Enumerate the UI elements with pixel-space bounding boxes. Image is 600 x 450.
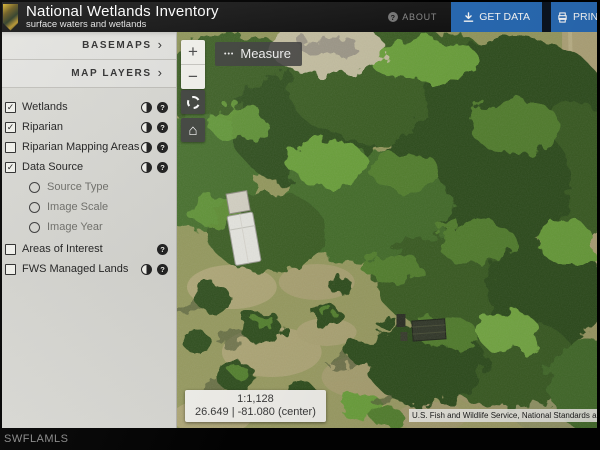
riparian-checkbox[interactable]: ✓ [5, 122, 16, 133]
crosshair-locate-icon [187, 96, 200, 109]
fws-managed-lands-checkbox[interactable] [5, 264, 16, 275]
radio-label[interactable]: Image Year [47, 221, 103, 233]
download-icon [463, 12, 474, 23]
radio-label[interactable]: Source Type [47, 181, 109, 193]
measure-label: Measure [240, 46, 291, 61]
layer-help-icon[interactable]: ? [157, 162, 168, 173]
riparian-mapping-areas-checkbox[interactable] [5, 142, 16, 153]
layer-help-icon[interactable]: ? [157, 244, 168, 255]
zoom-in-button[interactable]: + [181, 40, 205, 65]
layer-row-riparian-mapping-areas: Riparian Mapping Areas ? [2, 137, 176, 157]
nwi-mapper-window: National Wetlands Inventory surface wate… [2, 2, 597, 428]
opacity-contrast-icon[interactable] [141, 264, 152, 275]
opacity-contrast-icon[interactable] [141, 142, 152, 153]
basemaps-label: BASEMAPS [82, 40, 151, 51]
layer-help-icon[interactable]: ? [157, 264, 168, 275]
photo-bottom-band: SWFLAMLS [0, 428, 600, 450]
zoom-control: + − [181, 40, 205, 89]
about-button[interactable]: ? ABOUT [388, 2, 437, 32]
layer-label[interactable]: Wetlands [22, 101, 68, 113]
header-separator [542, 2, 551, 32]
radio-row-source-type: Source Type [2, 177, 176, 197]
about-label: ABOUT [402, 12, 437, 22]
image-year-radio[interactable] [29, 222, 40, 233]
opacity-contrast-icon[interactable] [141, 122, 152, 133]
source-type-radio[interactable] [29, 182, 40, 193]
layer-help-icon[interactable]: ? [157, 102, 168, 113]
map-layers-label: MAP LAYERS [71, 68, 151, 79]
locate-button[interactable] [181, 90, 205, 114]
layer-row-riparian: ✓ Riparian ? [2, 117, 176, 137]
map-viewport[interactable]: + − ••• Measure ⌂ 1:1,128 26.649 | -81.0… [177, 32, 597, 428]
layer-help-icon[interactable]: ? [157, 122, 168, 133]
layer-row-data-source: ✓ Data Source ? [2, 157, 176, 177]
layer-help-icon[interactable]: ? [157, 142, 168, 153]
map-center-coordinates: 26.649 | -81.080 (center) [195, 406, 316, 418]
measure-button[interactable]: ••• Measure [215, 42, 302, 66]
chevron-right-icon: › [158, 66, 162, 79]
app-title: National Wetlands Inventory [26, 4, 219, 20]
layer-label[interactable]: Riparian [22, 121, 63, 133]
get-data-button[interactable]: GET DATA [451, 2, 542, 32]
app-subtitle: surface waters and wetlands [26, 20, 219, 30]
basemaps-accordion[interactable]: BASEMAPS › [2, 32, 176, 60]
layer-label[interactable]: FWS Managed Lands [22, 263, 128, 275]
radio-row-image-year: Image Year [2, 217, 176, 237]
map-attribution: U.S. Fish and Wildlife Service, National… [409, 409, 597, 422]
app-header: National Wetlands Inventory surface wate… [2, 2, 597, 32]
watermark-text: SWFLAMLS [4, 433, 69, 445]
zoom-out-button[interactable]: − [181, 65, 205, 89]
header-actions: ? ABOUT GET DATA PRINT [388, 2, 597, 32]
layer-label[interactable]: Areas of Interest [22, 243, 103, 255]
about-question-icon: ? [388, 12, 398, 22]
radio-label[interactable]: Image Scale [47, 201, 108, 213]
opacity-contrast-icon[interactable] [141, 162, 152, 173]
chevron-right-icon: › [158, 38, 162, 51]
layer-row-areas-of-interest: Areas of Interest ? [2, 239, 176, 259]
home-extent-button[interactable]: ⌂ [181, 118, 205, 142]
layer-label[interactable]: Data Source [22, 161, 83, 173]
printer-icon [557, 12, 568, 23]
layer-row-wetlands: ✓ Wetlands ? [2, 97, 176, 117]
title-block: National Wetlands Inventory surface wate… [26, 4, 219, 31]
print-label: PRINT [573, 11, 597, 23]
layer-row-fws-managed-lands: FWS Managed Lands ? [2, 259, 176, 279]
areas-of-interest-checkbox[interactable] [5, 244, 16, 255]
wetlands-checkbox[interactable]: ✓ [5, 102, 16, 113]
ruler-icon: ••• [224, 51, 234, 58]
fws-logo-icon [3, 4, 18, 31]
layer-label[interactable]: Riparian Mapping Areas [22, 141, 139, 153]
layer-list: ✓ Wetlands ? ✓ Riparian ? [2, 88, 176, 279]
aerial-imagery [177, 32, 597, 428]
map-scale: 1:1,128 [195, 393, 316, 405]
get-data-label: GET DATA [479, 11, 530, 23]
print-button[interactable]: PRINT [551, 2, 597, 32]
data-source-checkbox[interactable]: ✓ [5, 162, 16, 173]
radio-row-image-scale: Image Scale [2, 197, 176, 217]
image-scale-radio[interactable] [29, 202, 40, 213]
layers-sidebar: BASEMAPS › MAP LAYERS › ✓ Wetlands ? [2, 32, 177, 428]
map-layers-accordion[interactable]: MAP LAYERS › [2, 60, 176, 88]
scale-coordinates-widget: 1:1,128 26.649 | -81.080 (center) [185, 390, 326, 422]
opacity-contrast-icon[interactable] [141, 102, 152, 113]
